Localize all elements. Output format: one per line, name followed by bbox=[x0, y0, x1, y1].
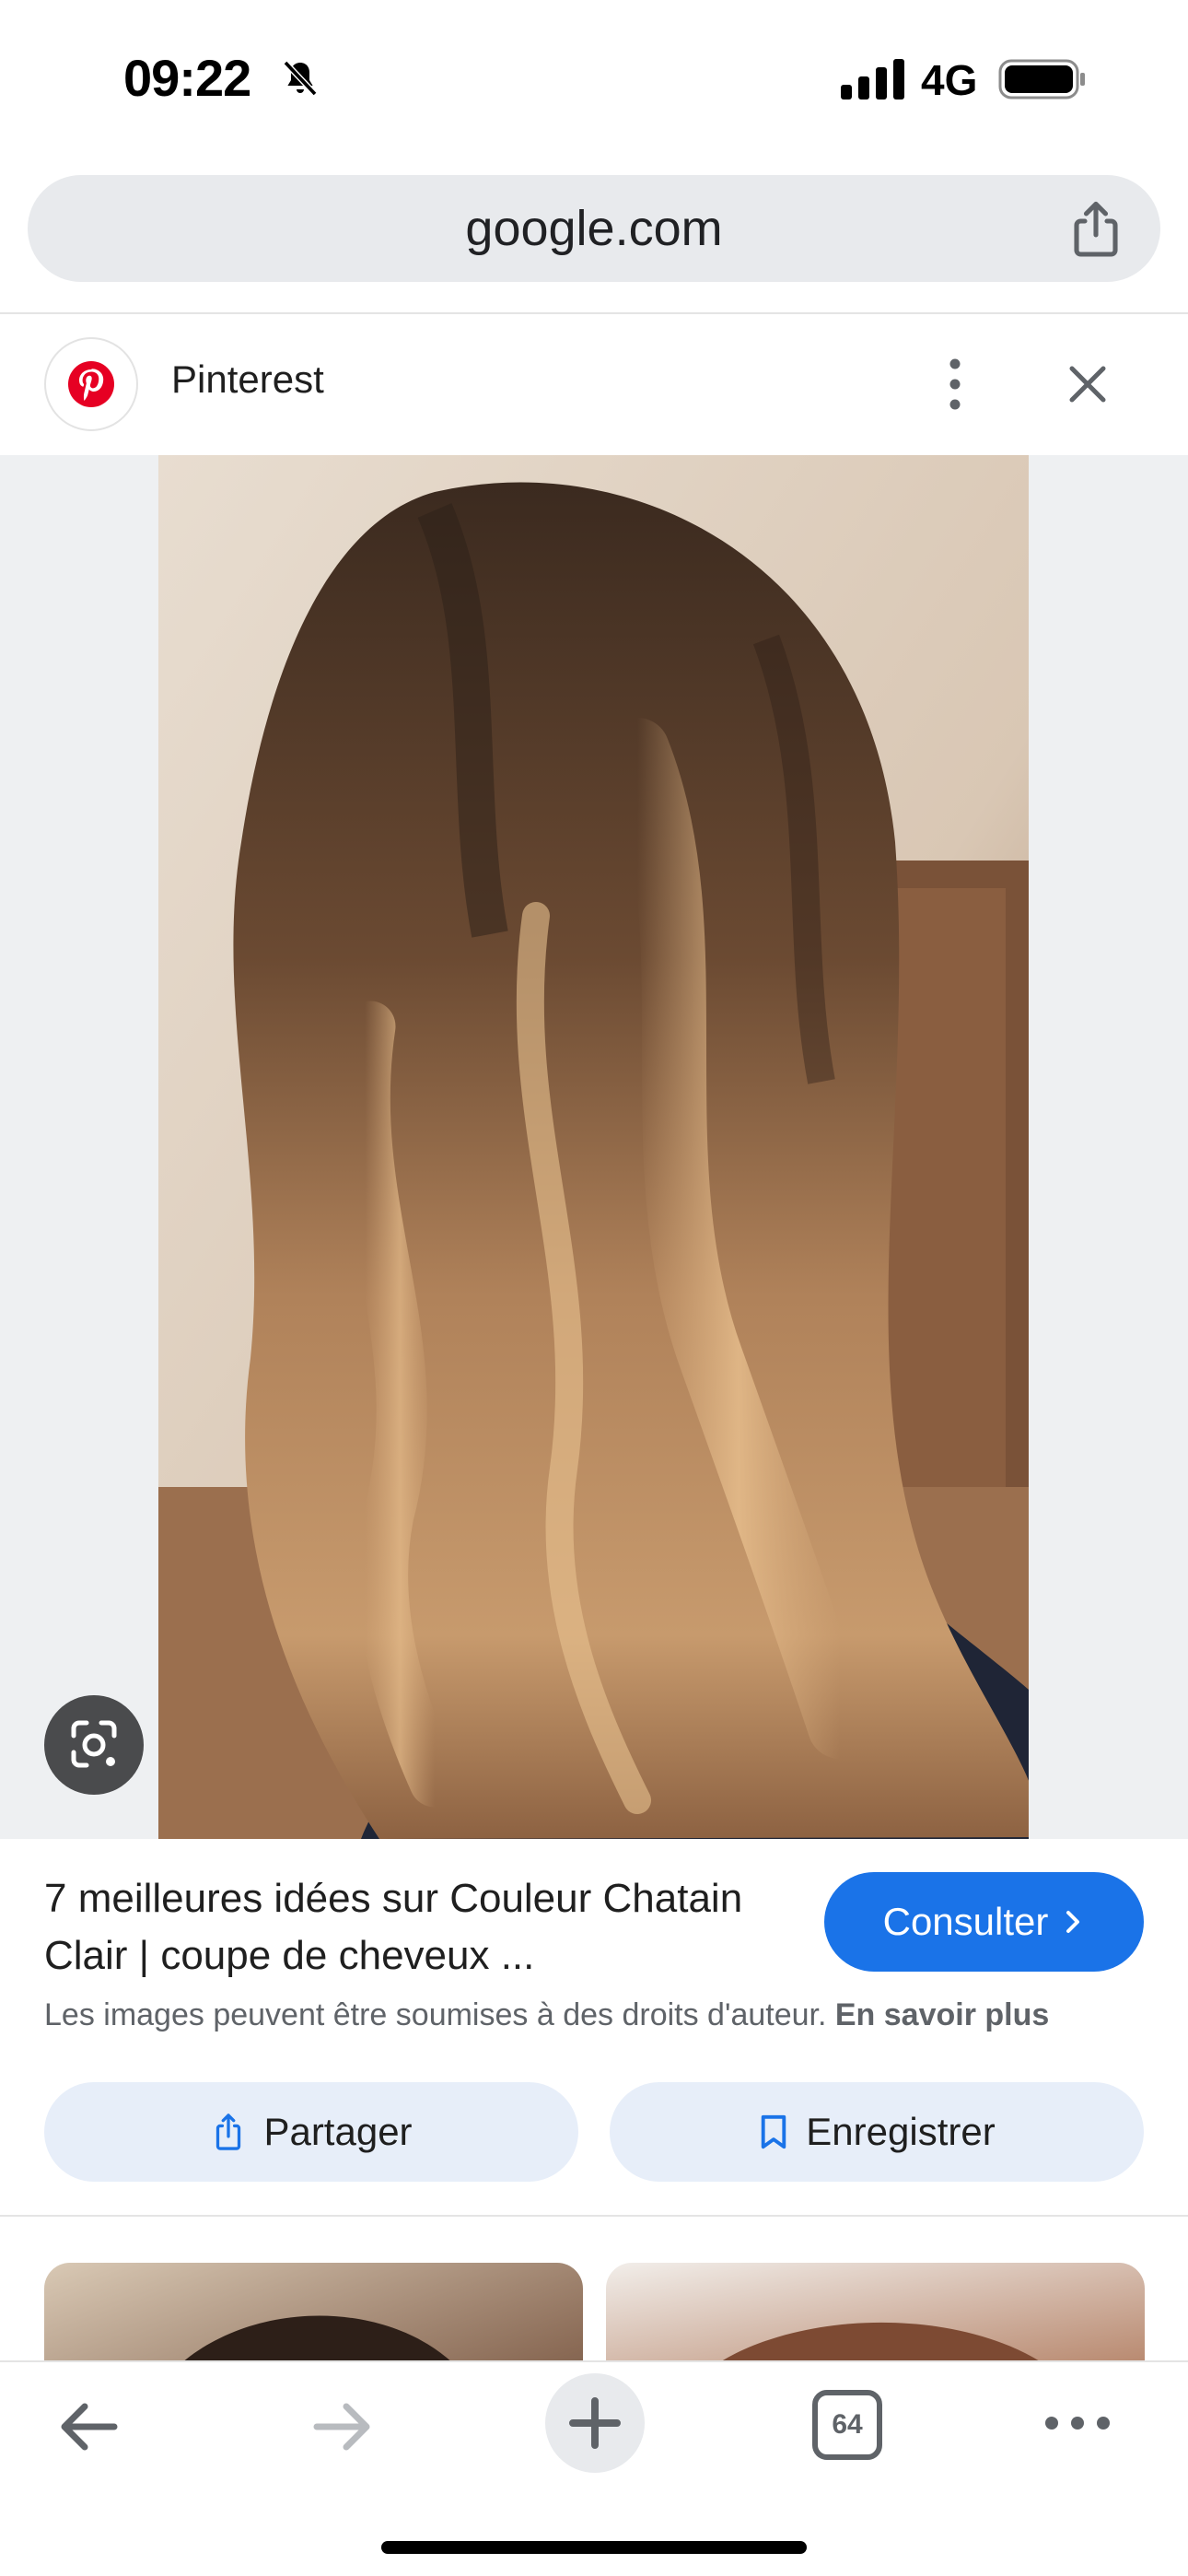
visit-button[interactable]: Consulter bbox=[824, 1872, 1144, 1972]
lens-icon bbox=[71, 1720, 117, 1768]
new-tab-button[interactable] bbox=[545, 2373, 645, 2473]
save-label: Enregistrer bbox=[806, 2110, 996, 2153]
forward-arrow-icon[interactable] bbox=[304, 2388, 381, 2465]
bookmark-icon bbox=[762, 2114, 786, 2149]
more-vert-icon[interactable] bbox=[934, 355, 976, 414]
bell-slash-icon bbox=[283, 60, 318, 97]
tab-count: 64 bbox=[832, 2409, 863, 2440]
copyright-text: Les images peuvent être soumises à des d… bbox=[44, 1997, 827, 2032]
close-icon[interactable] bbox=[1059, 356, 1116, 413]
learn-more-link[interactable]: En savoir plus bbox=[835, 1997, 1049, 2032]
result-title[interactable]: 7 meilleures idées sur Couleur Chatain C… bbox=[44, 1870, 781, 1985]
more-horiz-icon[interactable] bbox=[1042, 2405, 1112, 2441]
chevron-right-icon bbox=[1066, 1911, 1080, 1933]
share-icon bbox=[216, 2113, 241, 2150]
divider bbox=[0, 312, 1188, 314]
plus-icon bbox=[569, 2397, 621, 2449]
divider bbox=[0, 2215, 1188, 2217]
status-time: 09:22 bbox=[123, 49, 251, 107]
source-logo[interactable] bbox=[44, 337, 138, 431]
tab-switcher-button[interactable]: 64 bbox=[812, 2390, 882, 2460]
preview-image[interactable] bbox=[158, 455, 1029, 1839]
source-name[interactable]: Pinterest bbox=[171, 357, 324, 402]
url-text[interactable]: google.com bbox=[28, 175, 1160, 282]
google-lens-button[interactable] bbox=[44, 1695, 144, 1795]
copyright-notice: Les images peuvent être soumises à des d… bbox=[44, 1997, 1159, 2033]
signal-icon bbox=[841, 59, 904, 100]
address-bar[interactable]: google.com bbox=[28, 175, 1160, 282]
battery-icon bbox=[998, 59, 1085, 100]
share-label: Partager bbox=[263, 2110, 413, 2153]
pinterest-logo-icon bbox=[68, 361, 114, 407]
visit-label: Consulter bbox=[882, 1900, 1049, 1943]
network-type: 4G bbox=[921, 56, 978, 104]
share-button[interactable]: Partager bbox=[44, 2082, 578, 2182]
back-arrow-icon[interactable] bbox=[50, 2388, 127, 2465]
save-button[interactable]: Enregistrer bbox=[610, 2082, 1144, 2182]
share-icon[interactable] bbox=[1063, 196, 1129, 263]
home-indicator bbox=[381, 2541, 807, 2554]
